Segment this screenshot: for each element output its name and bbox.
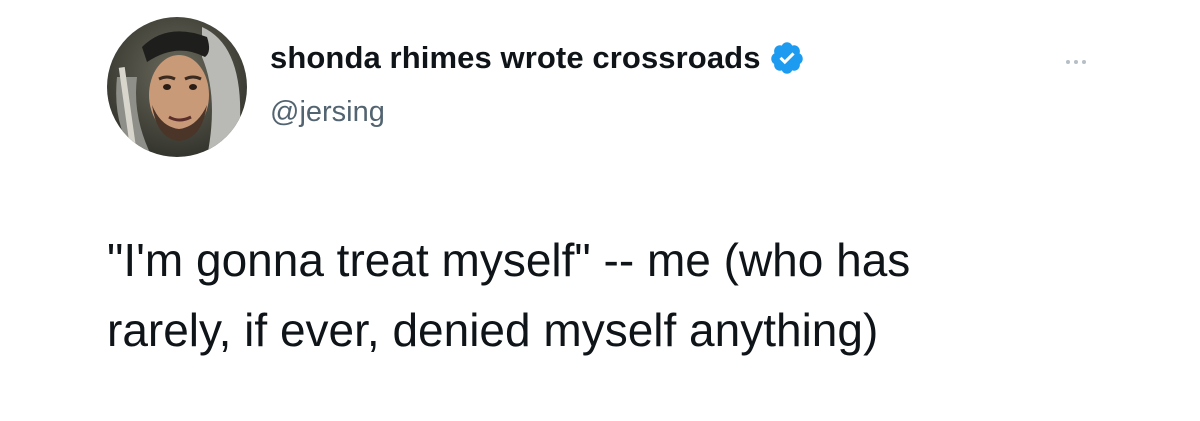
tweet-text: "I'm gonna treat myself" -- me (who has … <box>107 225 1147 365</box>
tweet-card: shonda rhimes wrote crossroads @jersing … <box>0 0 1200 421</box>
display-name[interactable]: shonda rhimes wrote crossroads <box>270 40 761 76</box>
verified-badge-icon <box>769 40 805 76</box>
more-options-button[interactable] <box>1052 52 1100 72</box>
tweet-text-line: "I'm gonna treat myself" -- me (who has <box>107 234 911 286</box>
ellipsis-icon <box>1066 60 1070 64</box>
avatar-photo-icon <box>107 17 247 157</box>
ellipsis-icon <box>1074 60 1078 64</box>
avatar[interactable] <box>107 17 247 157</box>
ellipsis-icon <box>1082 60 1086 64</box>
tweet-text-line: rarely, if ever, denied myself anything) <box>107 304 879 356</box>
author-name-row: shonda rhimes wrote crossroads <box>270 40 805 76</box>
author-handle[interactable]: @jersing <box>270 96 385 129</box>
